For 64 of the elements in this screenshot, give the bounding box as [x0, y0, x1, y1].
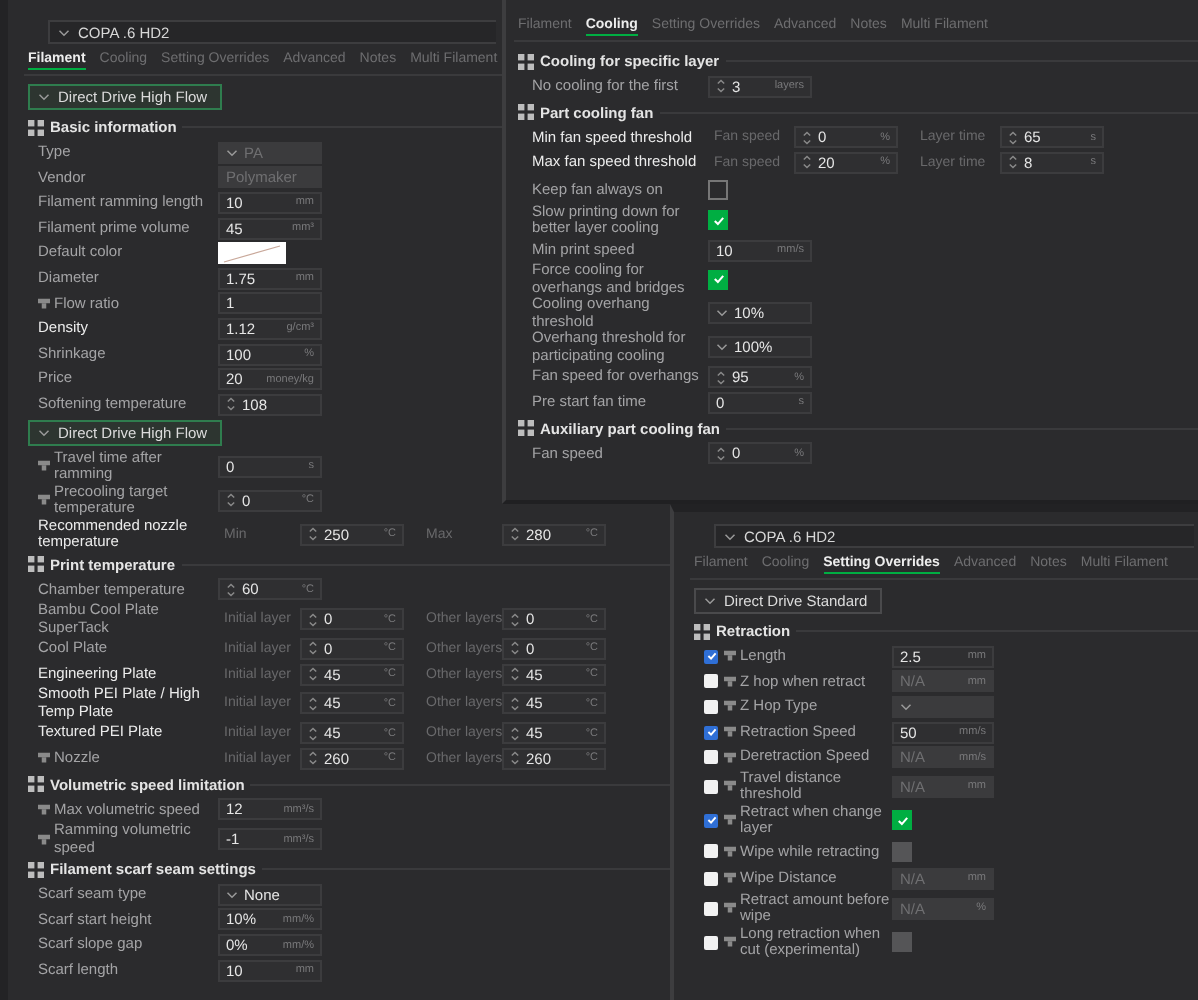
spinner-icon	[716, 369, 726, 386]
caret-icon	[226, 889, 238, 900]
checkmark-icon	[705, 650, 717, 663]
caret-icon	[58, 27, 70, 37]
override-checkbox[interactable]	[704, 871, 718, 886]
spinner-icon	[226, 396, 236, 413]
override-checkbox[interactable]	[704, 725, 718, 740]
grid-icon	[28, 776, 44, 792]
spinner-icon	[510, 526, 520, 543]
caret-icon	[38, 427, 50, 438]
override-checkbox[interactable]	[704, 813, 718, 828]
spinner-icon	[226, 581, 236, 598]
checkmark-icon	[705, 726, 717, 739]
spinner-icon	[802, 129, 812, 146]
override-checkbox[interactable]	[704, 649, 718, 664]
override-checkbox[interactable]	[704, 779, 718, 794]
spinner-icon	[308, 666, 318, 683]
spinner-icon	[510, 695, 520, 712]
spinner-icon	[1008, 129, 1018, 146]
override-checkbox[interactable]	[704, 844, 718, 859]
grid-icon	[518, 53, 534, 69]
grid-icon	[518, 104, 534, 121]
caret-icon	[226, 147, 238, 158]
spinner-icon	[802, 154, 812, 171]
spinner-icon	[510, 666, 520, 683]
checkbox[interactable]	[708, 179, 728, 200]
override-checkbox[interactable]	[704, 750, 718, 765]
spinner-icon	[308, 611, 318, 628]
caret-icon	[724, 531, 736, 541]
override-checkbox[interactable]	[704, 935, 718, 950]
grid-icon	[694, 623, 710, 639]
spinner-icon	[716, 78, 726, 95]
checkbox[interactable]	[708, 269, 728, 290]
grid-icon	[518, 420, 534, 437]
caret-icon	[716, 342, 728, 353]
spinner-icon	[226, 492, 236, 509]
checkmark-icon	[711, 272, 725, 287]
spinner-icon	[308, 750, 318, 767]
spinner-icon	[308, 640, 318, 657]
override-checkbox[interactable]	[704, 674, 718, 689]
caret-icon	[900, 701, 912, 712]
spinner-icon	[308, 695, 318, 712]
grid-icon	[28, 861, 44, 878]
caret-icon	[38, 92, 50, 102]
checkbox[interactable]	[892, 810, 912, 831]
caret-icon	[704, 596, 716, 606]
override-checkbox[interactable]	[704, 699, 718, 714]
spinner-icon	[510, 750, 520, 767]
spinner-icon	[308, 725, 318, 742]
caret-icon	[716, 308, 728, 319]
checkbox[interactable]	[708, 210, 728, 231]
grid-icon	[28, 119, 44, 135]
spinner-icon	[510, 640, 520, 657]
spinner-icon	[716, 445, 726, 462]
checkmark-icon	[711, 213, 725, 228]
spinner-icon	[308, 526, 318, 543]
checkmark-icon	[895, 813, 909, 828]
spinner-icon	[1008, 154, 1018, 171]
override-checkbox[interactable]	[704, 901, 718, 916]
grid-icon	[28, 556, 44, 573]
color-swatch[interactable]	[218, 242, 286, 265]
spinner-icon	[510, 725, 520, 742]
checkmark-icon	[705, 814, 717, 827]
spinner-icon	[510, 611, 520, 628]
